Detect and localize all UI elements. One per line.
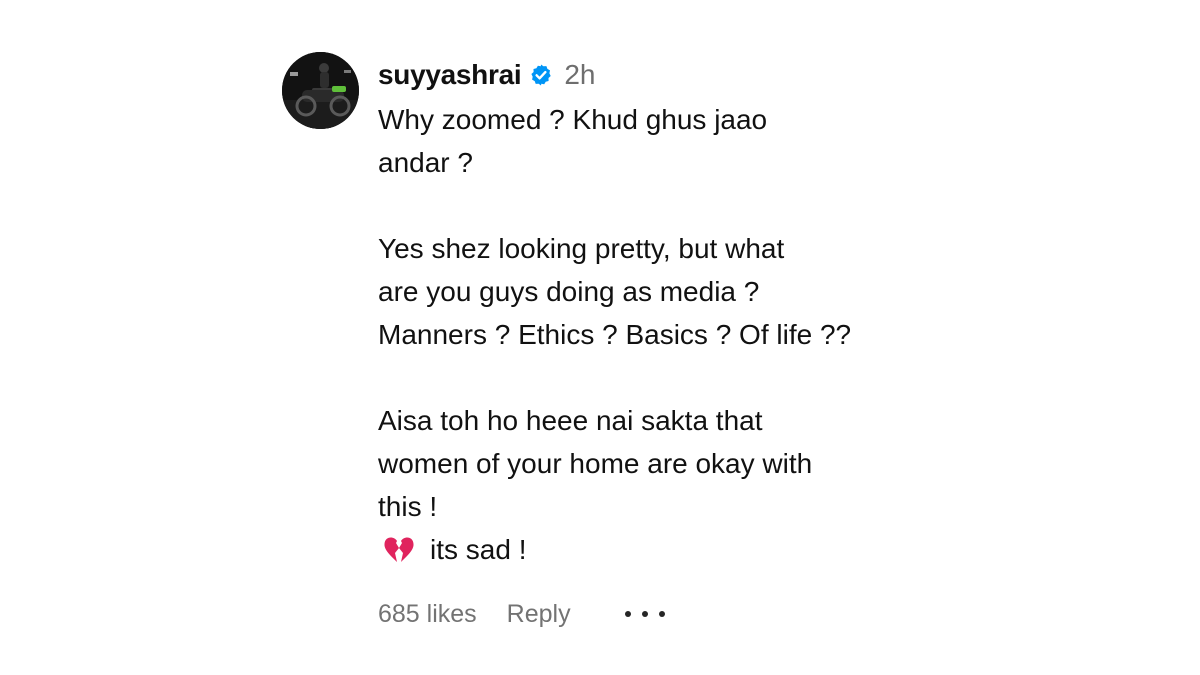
comment-line: are you guys doing as media ? bbox=[378, 276, 760, 307]
comment-line: Why zoomed ? Khud ghus jaao bbox=[378, 104, 768, 135]
comment-text: Why zoomed ? Khud ghus jaao andar ? Yes … bbox=[378, 98, 938, 571]
comment-line-break bbox=[378, 184, 938, 227]
avatar[interactable] bbox=[282, 52, 359, 129]
comment-line: andar ? bbox=[378, 147, 473, 178]
comment-actions: 685 likes Reply bbox=[378, 596, 665, 632]
reply-button[interactable]: Reply bbox=[507, 600, 571, 629]
dot bbox=[624, 611, 631, 617]
timestamp[interactable]: 2h bbox=[564, 59, 595, 91]
comment-line: Aisa toh ho heee nai sakta that bbox=[378, 405, 763, 436]
comment-line-break bbox=[378, 356, 938, 399]
broken-heart-icon bbox=[382, 535, 416, 565]
comment-line: Manners ? Ethics ? Basics ? Of life ?? bbox=[378, 319, 852, 350]
comment-last-text: its sad ! bbox=[430, 534, 527, 565]
more-options-icon[interactable] bbox=[624, 604, 665, 624]
comment-line: its sad ! bbox=[378, 528, 938, 571]
comment-line: women of your home are okay with bbox=[378, 448, 813, 479]
comment-header: suyyashrai 2h bbox=[378, 55, 595, 95]
likes-count[interactable]: 685 likes bbox=[378, 600, 477, 629]
comment-card: suyyashrai 2h Why zoomed ? Khud ghus jaa… bbox=[0, 0, 1200, 675]
comment-line: this ! bbox=[378, 491, 438, 522]
profile-photo-avatar-icon bbox=[282, 52, 359, 129]
comment-line: Yes shez looking pretty, but what bbox=[378, 233, 785, 264]
dot bbox=[641, 611, 648, 617]
verified-badge-icon bbox=[529, 63, 553, 87]
dot bbox=[658, 611, 665, 617]
username-link[interactable]: suyyashrai bbox=[378, 59, 522, 91]
